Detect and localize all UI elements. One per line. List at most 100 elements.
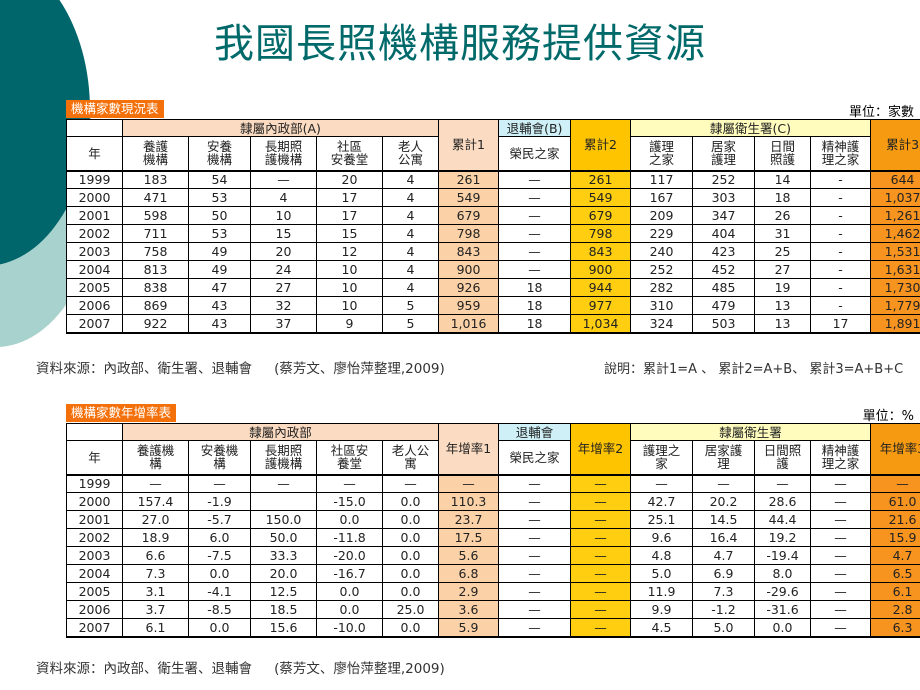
table1-cell-subtotal3: 1,779 — [870, 296, 920, 315]
table2-cell-moi-1: -5.7 — [188, 510, 251, 529]
table1-cell-doh-2: 25 — [754, 242, 812, 261]
table2-cell-doh-2: — — [754, 474, 811, 493]
table2-cell-moi-4: 0.0 — [382, 618, 439, 637]
table2-cell-moi-4: 25.0 — [382, 600, 439, 619]
table1-cell-doh-0: 240 — [630, 242, 694, 261]
table1-cell-subtotal3: 1,631 — [870, 260, 920, 279]
table2-cell-moi-4: 0.0 — [382, 528, 439, 547]
table1-cell-moi-1: 49 — [188, 242, 251, 261]
table1-col-line2: 護理 — [711, 152, 737, 168]
table1-cell-year: 2007 — [66, 314, 123, 333]
table1-cell-doh-3: 17 — [810, 314, 872, 333]
table2-cell-doh-3: — — [809, 600, 872, 619]
table2-cell-subtotal1: 110.3 — [438, 492, 499, 511]
table2-col-senior-apartment: 老人公 寓 — [382, 440, 439, 475]
table1-cell-year: 2000 — [66, 188, 123, 207]
table2-cell-subtotal1: 3.6 — [438, 600, 499, 619]
table1-cell-year: 2002 — [66, 224, 123, 243]
table1-col-longterm-care: 長期照 護機構 — [250, 136, 317, 171]
table1-cell-moi-4: 4 — [381, 224, 440, 243]
table1-cell-moi-3: 17 — [316, 188, 383, 207]
table2-cell-doh-1: 4.7 — [692, 546, 755, 565]
table1-cell-doh-2: 19 — [754, 278, 812, 297]
table2-cell-subtotal2: — — [570, 618, 631, 637]
table2-col-line2: 護 — [776, 456, 789, 472]
table2-subtotal2-header: 年增率2 — [570, 423, 631, 475]
table1-cell-moi-0: 598 — [122, 206, 189, 225]
table1-cell-moi-4: 4 — [381, 242, 440, 261]
table2-cell-doh-1: -1.2 — [692, 600, 755, 619]
table1-cell-moi-3: 15 — [316, 224, 383, 243]
table2-col-residential-home: 安養機 構 — [188, 440, 251, 475]
table1-cell-doh-0: 252 — [630, 260, 694, 279]
table1-cell-doh-2: 26 — [754, 206, 812, 225]
table2-cell-vac: — — [498, 546, 571, 565]
page-title: 我國長照機構服務提供資源 — [214, 21, 706, 67]
table1-cell-moi-0: 758 — [122, 242, 189, 261]
table2-cell-doh-1: 14.5 — [692, 510, 755, 529]
table1-cell-doh-0: 310 — [630, 296, 694, 315]
table1-cell-moi-1: 53 — [188, 188, 251, 207]
table1-row: 2002 711 53 15 15 4 798—798 229 404 31-1,462 — [66, 224, 920, 243]
table1-tag: 機構家數現況表 — [66, 100, 164, 118]
table2-cell-moi-3: -16.7 — [316, 564, 383, 583]
table2-cell-doh-0: 25.1 — [630, 510, 693, 529]
table2-subtotal3-header: 年增率3 — [870, 423, 920, 475]
table1-cell-doh-3: - — [810, 242, 872, 261]
table2-cell-vac: — — [498, 492, 571, 511]
table1-cell-moi-3: 17 — [316, 206, 383, 225]
table2-cell-doh-3: — — [809, 582, 872, 601]
table1-cell-doh-1: 452 — [692, 260, 756, 279]
table2-cell-year: 2002 — [66, 528, 123, 547]
table2-cell-doh-0: 9.9 — [630, 600, 693, 619]
table2-source-note: 資料來源：內政部、衛生署、退輔會 (蔡芳文、廖怡萍整理,2009) — [36, 661, 445, 677]
table2-row: 2000 157.4 -1.9 -15.0 0.0 110.3— —42.7 20.2 28.6… — [66, 492, 920, 511]
table1-group-moi: 隸屬內政部(A) — [121, 119, 440, 137]
table1-cell-moi-4: 4 — [381, 206, 440, 225]
table1-cell-doh-1: 303 — [692, 188, 756, 207]
table2-col-line2: 理之家 — [821, 456, 860, 472]
table2-cell-subtotal2: — — [570, 582, 631, 601]
table1-memo-note: 說明：累計1=A 、 累計2=A+B、 累計3=A+B+C — [604, 362, 904, 377]
table1-cell-moi-1: 47 — [188, 278, 251, 297]
table2-cell-moi-3: 0.0 — [316, 582, 383, 601]
table1-cell-vac: — — [498, 224, 572, 243]
table1-cell-moi-3: 10 — [316, 296, 383, 315]
table1-cell-doh-3: - — [810, 260, 872, 279]
table2-cell-year: 2005 — [66, 582, 123, 601]
table2-cell-doh-0: 4.8 — [630, 546, 693, 565]
table2-group-moi: 隸屬內政部 — [122, 423, 439, 441]
table1-cell-subtotal1: 261 — [438, 170, 500, 189]
table1-cell-doh-3: - — [810, 188, 872, 207]
table1-corner-blank — [66, 119, 123, 137]
table2-cell-doh-2: 28.6 — [754, 492, 811, 511]
table2-cell-moi-1: -1.9 — [188, 492, 251, 511]
table2-cell-moi-0: — — [122, 474, 189, 493]
table2-cell-subtotal3: 6.3 — [870, 618, 920, 637]
table2-row: 1999— — — — — — — — — — — — — — [66, 474, 920, 493]
table2-cell-year: 2003 — [66, 546, 123, 565]
table1-row: 2004 813 49 24 10 4 900—900 252 452 27-1,631 — [66, 260, 920, 279]
table2-cell-moi-1: -4.1 — [188, 582, 251, 601]
table1-cell-doh-3: - — [810, 296, 872, 315]
table1-col-line2: 理之家 — [821, 152, 860, 168]
table2-cell-doh-3: — — [809, 528, 872, 547]
table1-cell-subtotal1: 959 — [438, 296, 500, 315]
table1-cell-subtotal2: 798 — [570, 224, 632, 243]
table2-cell-moi-3: -10.0 — [316, 618, 383, 637]
table2-cell-year: 1999 — [66, 474, 123, 493]
table2-cell-doh-0: 5.0 — [630, 564, 693, 583]
table2-cell-subtotal1: 5.9 — [438, 618, 499, 637]
table1-cell-moi-3: 10 — [316, 260, 383, 279]
table2-group-vac: 退輔會 — [498, 423, 571, 441]
table2-cell-subtotal3: 61.0 — [870, 492, 920, 511]
table2-cell-doh-2: 0.0 — [754, 618, 811, 637]
table2-cell-moi-0: 18.9 — [122, 528, 189, 547]
table2-cell-moi-3: — — [316, 474, 383, 493]
table2-cell-year: 2007 — [66, 618, 123, 637]
table1-cell-doh-1: 404 — [692, 224, 756, 243]
table1-cell-year: 2005 — [66, 278, 123, 297]
table1-cell-subtotal1: 679 — [438, 206, 500, 225]
table1-cell-subtotal1: 926 — [438, 278, 500, 297]
table1-cell-subtotal1: 798 — [438, 224, 500, 243]
